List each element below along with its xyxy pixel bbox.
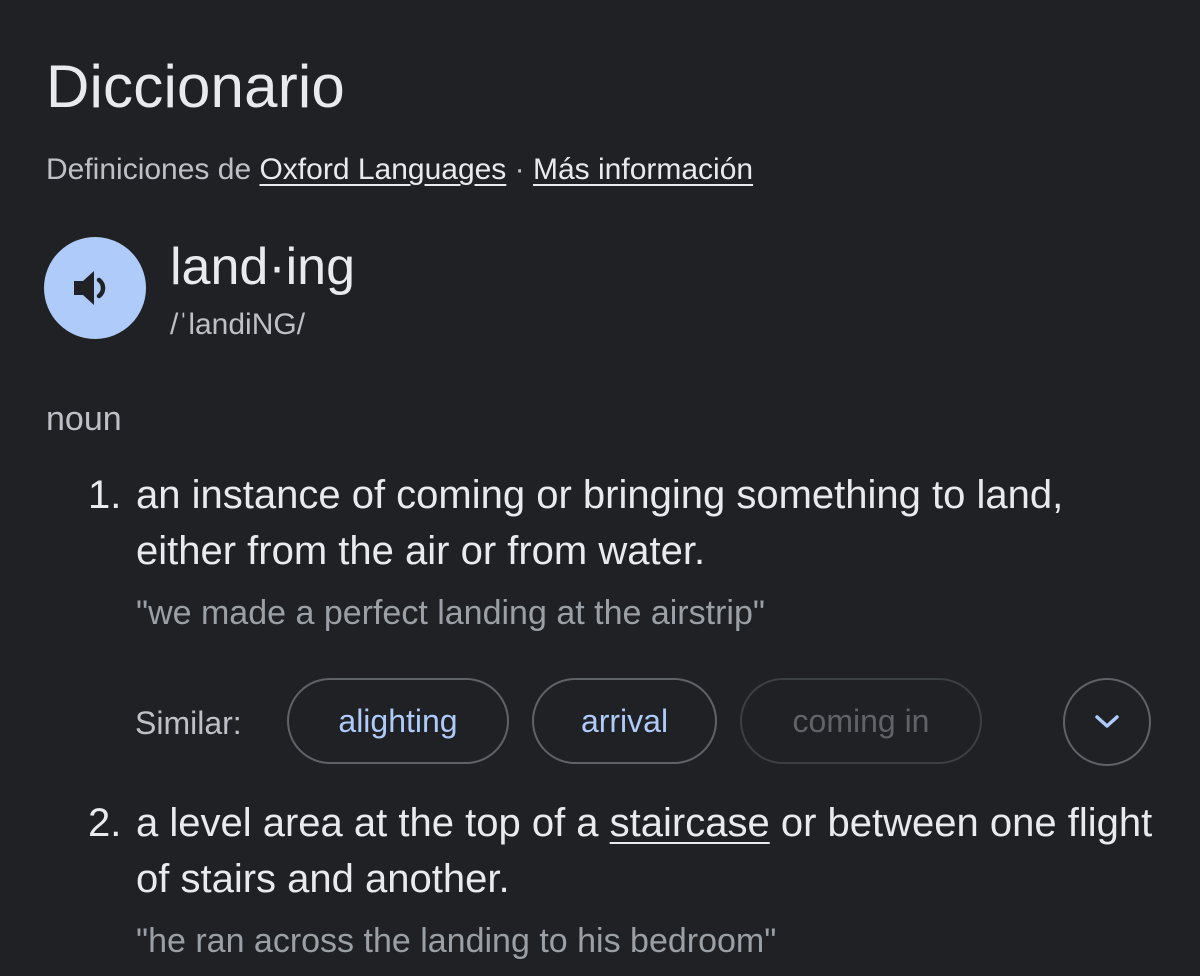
similar-chip-alighting[interactable]: alighting — [287, 678, 509, 764]
page-title: Diccionario — [46, 53, 345, 120]
similar-label: Similar: — [135, 705, 242, 741]
sense-definition: a level area at the top of a staircase o… — [136, 795, 1156, 907]
staircase-link[interactable]: staircase — [610, 801, 770, 845]
similar-row: Similar: alighting arrival coming in — [135, 678, 1165, 768]
phonetic-spelling: /ˈlandiNG/ — [170, 308, 306, 341]
similar-chip-arrival[interactable]: arrival — [532, 678, 717, 764]
source-line: Definiciones de Oxford Languages · Más i… — [46, 150, 753, 190]
dictionary-card: Diccionario Definiciones de Oxford Langu… — [0, 0, 1200, 976]
similar-chip-coming-in[interactable]: coming in — [740, 678, 982, 764]
source-separator: · — [514, 153, 525, 186]
expand-similar-button[interactable] — [1063, 678, 1151, 766]
oxford-languages-link[interactable]: Oxford Languages — [259, 153, 506, 186]
chevron-down-icon — [1095, 715, 1119, 728]
source-prefix: Definiciones de — [46, 153, 252, 186]
sense-definition: an instance of coming or bringing someth… — [136, 473, 1064, 573]
pronunciation-button[interactable] — [44, 237, 146, 339]
part-of-speech: noun — [46, 400, 122, 438]
sense-number: 2. — [88, 801, 122, 845]
volume-up-icon — [74, 271, 106, 305]
sense-number: 1. — [88, 473, 122, 517]
sense-example: "he ran across the landing to his bedroo… — [136, 922, 777, 960]
definition-text: a level area at the top of a — [136, 801, 610, 845]
headword: land·ing — [170, 238, 356, 296]
sense-example: "we made a perfect landing at the airstr… — [136, 594, 765, 632]
more-info-link[interactable]: Más información — [533, 153, 753, 186]
